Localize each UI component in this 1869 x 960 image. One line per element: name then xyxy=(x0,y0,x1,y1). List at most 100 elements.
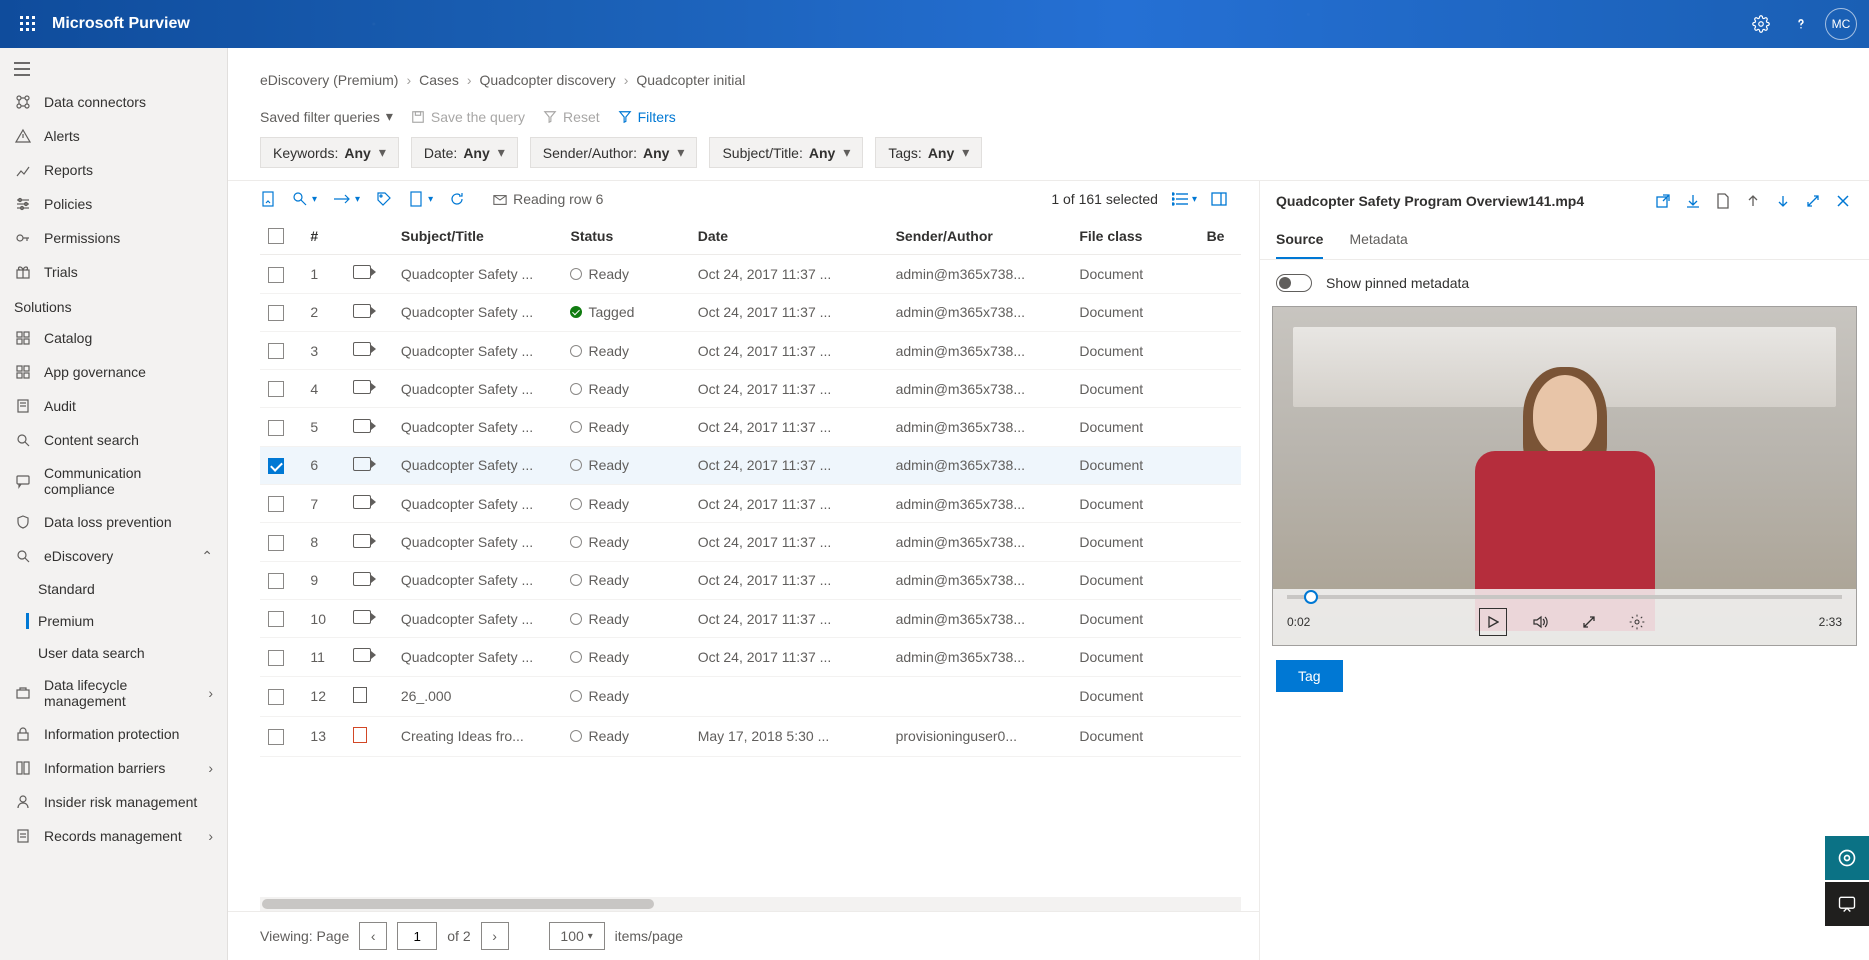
table-row[interactable]: 4 Quadcopter Safety ... Ready Oct 24, 20… xyxy=(260,370,1241,408)
table-row[interactable]: 3 Quadcopter Safety ... Ready Oct 24, 20… xyxy=(260,331,1241,369)
breadcrumb-2[interactable]: Quadcopter discovery xyxy=(480,72,616,88)
filters-button[interactable]: Filters xyxy=(618,109,676,125)
filter-pill-1[interactable]: Date: Any ▾ xyxy=(411,137,518,168)
reset-button[interactable]: Reset xyxy=(543,109,600,125)
col-4[interactable]: Date xyxy=(690,217,888,255)
row-checkbox[interactable] xyxy=(268,381,284,397)
settings-icon[interactable] xyxy=(1741,4,1781,44)
nav-communication-compliance[interactable]: Communication compliance xyxy=(0,457,227,505)
row-checkbox[interactable] xyxy=(268,458,284,474)
row-checkbox[interactable] xyxy=(268,573,284,589)
nav-alerts[interactable]: Alerts xyxy=(0,119,227,153)
col-7[interactable]: Be xyxy=(1199,217,1241,255)
tb-list-icon[interactable]: ▾ xyxy=(1172,192,1197,206)
video-seekbar[interactable] xyxy=(1287,595,1842,599)
col-6[interactable]: File class xyxy=(1071,217,1198,255)
tb-layout-icon[interactable] xyxy=(1211,192,1227,206)
up-icon[interactable] xyxy=(1743,191,1763,211)
video-volume-icon[interactable] xyxy=(1527,608,1555,636)
table-row[interactable]: 12 26_.000 Ready Document xyxy=(260,676,1241,716)
pager-next[interactable]: › xyxy=(481,922,509,950)
row-checkbox[interactable] xyxy=(268,343,284,359)
row-checkbox[interactable] xyxy=(268,420,284,436)
nav-information-barriers[interactable]: Information barriers› xyxy=(0,751,227,785)
save-query-button[interactable]: Save the query xyxy=(411,109,525,125)
close-icon[interactable] xyxy=(1833,191,1853,211)
nav-premium[interactable]: Premium xyxy=(0,605,227,637)
table-row[interactable]: 1 Quadcopter Safety ... Ready Oct 24, 20… xyxy=(260,255,1241,293)
row-checkbox[interactable] xyxy=(268,650,284,666)
nav-permissions[interactable]: Permissions xyxy=(0,221,227,255)
pager-prev[interactable]: ‹ xyxy=(359,922,387,950)
table-row[interactable]: 13 Creating Ideas fro... Ready May 17, 2… xyxy=(260,716,1241,756)
nav-insider-risk-management[interactable]: Insider risk management xyxy=(0,785,227,819)
table-row[interactable]: 6 Quadcopter Safety ... Ready Oct 24, 20… xyxy=(260,446,1241,484)
sidebar-toggle[interactable] xyxy=(0,56,227,85)
nav-standard[interactable]: Standard xyxy=(0,573,227,605)
breadcrumb-1[interactable]: Cases xyxy=(419,72,459,88)
nav-content-search[interactable]: Content search xyxy=(0,423,227,457)
table-row[interactable]: 11 Quadcopter Safety ... Ready Oct 24, 2… xyxy=(260,638,1241,676)
nav-data-connectors[interactable]: Data connectors xyxy=(0,85,227,119)
user-avatar[interactable]: MC xyxy=(1825,8,1857,40)
tb-move-icon[interactable]: ▾ xyxy=(333,193,360,205)
tb-tag-icon[interactable]: ▾ xyxy=(292,191,317,207)
col-2[interactable]: Subject/Title xyxy=(393,217,563,255)
download-icon[interactable] xyxy=(1683,191,1703,211)
select-all-checkbox[interactable] xyxy=(268,228,284,244)
nav-records-management[interactable]: Records management› xyxy=(0,819,227,853)
video-settings-icon[interactable] xyxy=(1623,608,1651,636)
tb-doc2-icon[interactable]: ▾ xyxy=(408,191,433,207)
doc-icon[interactable] xyxy=(1713,191,1733,211)
table-row[interactable]: 5 Quadcopter Safety ... Ready Oct 24, 20… xyxy=(260,408,1241,446)
filter-pill-4[interactable]: Tags: Any ▾ xyxy=(875,137,982,168)
col-0[interactable]: # xyxy=(302,217,344,255)
table-row[interactable]: 7 Quadcopter Safety ... Ready Oct 24, 20… xyxy=(260,485,1241,523)
table-row[interactable]: 10 Quadcopter Safety ... Ready Oct 24, 2… xyxy=(260,599,1241,637)
filter-pill-3[interactable]: Subject/Title: Any ▾ xyxy=(709,137,863,168)
tag-button[interactable]: Tag xyxy=(1276,660,1343,692)
col-1[interactable] xyxy=(345,217,393,255)
video-player[interactable]: 0:02 2:33 xyxy=(1272,306,1857,646)
row-checkbox[interactable] xyxy=(268,611,284,627)
app-launcher-icon[interactable] xyxy=(12,8,44,40)
row-checkbox[interactable] xyxy=(268,496,284,512)
nav-information-protection[interactable]: Information protection xyxy=(0,717,227,751)
col-3[interactable]: Status xyxy=(562,217,689,255)
nav-data-loss-prevention[interactable]: Data loss prevention xyxy=(0,505,227,539)
table-row[interactable]: 8 Quadcopter Safety ... Ready Oct 24, 20… xyxy=(260,523,1241,561)
video-play-icon[interactable] xyxy=(1479,608,1507,636)
pager-perpage[interactable]: 100▾ xyxy=(549,922,605,950)
breadcrumb-3[interactable]: Quadcopter initial xyxy=(636,72,745,88)
popout-icon[interactable] xyxy=(1653,191,1673,211)
nav-audit[interactable]: Audit xyxy=(0,389,227,423)
saved-queries-dropdown[interactable]: Saved filter queries▾ xyxy=(260,108,393,125)
nav-user-data-search[interactable]: User data search xyxy=(0,637,227,669)
nav-trials[interactable]: Trials xyxy=(0,255,227,289)
col-5[interactable]: Sender/Author xyxy=(888,217,1072,255)
help-icon[interactable] xyxy=(1781,4,1821,44)
floating-help-icon[interactable] xyxy=(1825,836,1869,880)
tb-label-icon[interactable] xyxy=(376,191,392,207)
row-checkbox[interactable] xyxy=(268,267,284,283)
nav-reports[interactable]: Reports xyxy=(0,153,227,187)
nav-policies[interactable]: Policies xyxy=(0,187,227,221)
nav-data-lifecycle-management[interactable]: Data lifecycle management› xyxy=(0,669,227,717)
horizontal-scrollbar[interactable] xyxy=(260,897,1241,911)
nav-ediscovery[interactable]: eDiscovery⌃ xyxy=(0,539,227,573)
tab-source[interactable]: Source xyxy=(1276,221,1323,259)
row-checkbox[interactable] xyxy=(268,535,284,551)
row-checkbox[interactable] xyxy=(268,305,284,321)
floating-feedback-icon[interactable] xyxy=(1825,882,1869,926)
tb-doc-icon[interactable] xyxy=(260,191,276,207)
table-row[interactable]: 2 Quadcopter Safety ... Tagged Oct 24, 2… xyxy=(260,293,1241,331)
row-checkbox[interactable] xyxy=(268,729,284,745)
tab-metadata[interactable]: Metadata xyxy=(1349,221,1407,259)
down-icon[interactable] xyxy=(1773,191,1793,211)
tb-refresh-icon[interactable] xyxy=(449,191,465,207)
table-row[interactable]: 9 Quadcopter Safety ... Ready Oct 24, 20… xyxy=(260,561,1241,599)
filter-pill-2[interactable]: Sender/Author: Any ▾ xyxy=(530,137,698,168)
pager-page-input[interactable] xyxy=(397,922,437,950)
expand-icon[interactable] xyxy=(1803,191,1823,211)
nav-catalog[interactable]: Catalog xyxy=(0,321,227,355)
